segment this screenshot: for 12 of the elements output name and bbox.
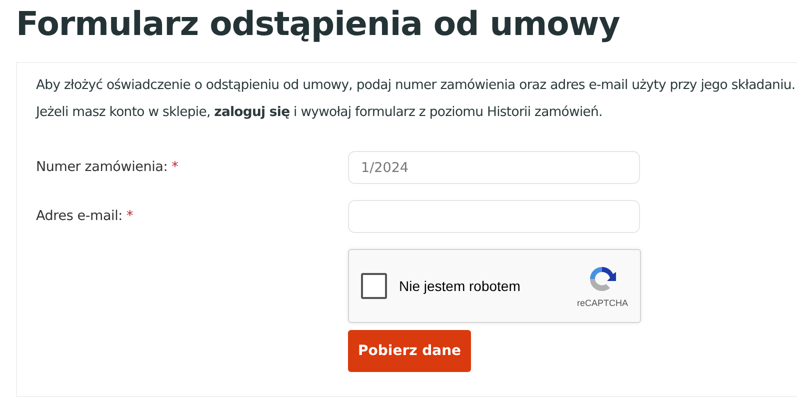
field-label: Numer zamówienia: * (36, 158, 180, 175)
field-label: Adres e-mail: * (36, 207, 134, 224)
captcha-brand: reCAPTCHA (576, 298, 628, 308)
intro-text: Jeżeli masz konto w sklepie, zaloguj się i wywołaj formularz z poziomu Historii zamówień. (36, 104, 604, 121)
intro-text: Aby złożyć oświadczenie o odstąpieniu od umowy, podaj numer zamówienia oraz adres e-mail użyty przy jego składaniu. (36, 77, 796, 94)
input-field[interactable]: 1/2024 (348, 151, 640, 184)
captcha-checkbox[interactable] (361, 273, 387, 299)
captcha-label: Nie jestem robotem (399, 278, 522, 294)
submit-button[interactable]: Pobierz dane (348, 330, 472, 372)
page-title: Formularz odstąpienia od umowy (16, 4, 621, 44)
recaptcha-logo-icon (587, 264, 618, 294)
input-field[interactable] (348, 200, 640, 233)
